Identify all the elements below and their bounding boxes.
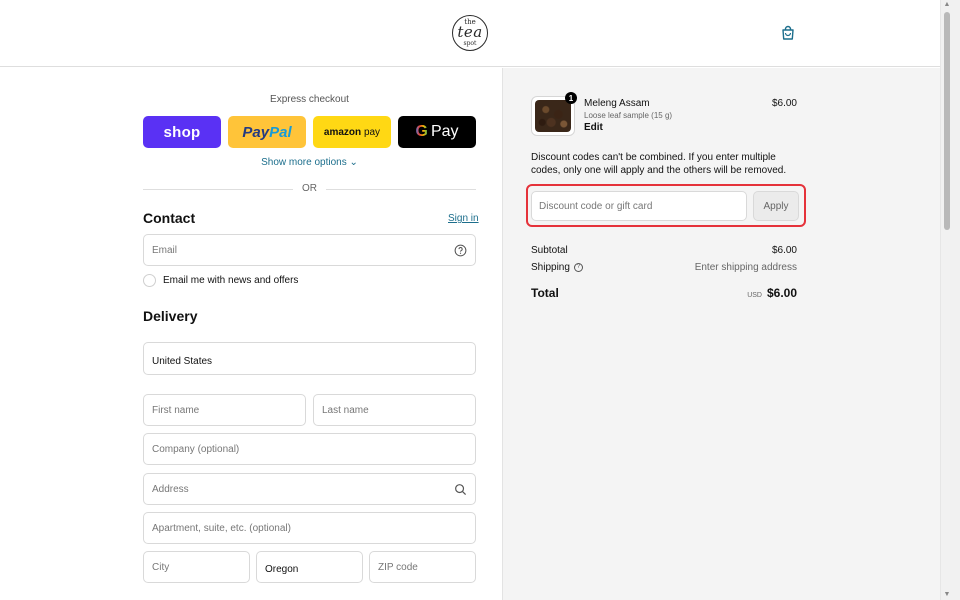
city-placeholder: City bbox=[152, 561, 170, 573]
city-field[interactable]: City bbox=[143, 551, 250, 583]
email-field[interactable]: Email bbox=[143, 234, 476, 266]
delivery-heading: Delivery bbox=[143, 308, 198, 324]
tea-leaves-image bbox=[535, 100, 571, 132]
newsletter-label: Email me with news and offers bbox=[163, 274, 299, 286]
shop-pay-button[interactable]: shop bbox=[143, 116, 221, 148]
last-name-field[interactable]: Last name bbox=[313, 394, 476, 426]
search-icon bbox=[455, 484, 467, 496]
first-name-field[interactable]: First name bbox=[143, 394, 306, 426]
checkout-form-column: Express checkout shop Pay Pal amazon pay … bbox=[0, 68, 502, 600]
address-field[interactable]: Address bbox=[143, 473, 476, 505]
last-name-placeholder: Last name bbox=[322, 404, 369, 416]
sign-in-link[interactable]: Sign in bbox=[448, 213, 479, 224]
first-name-placeholder: First name bbox=[152, 404, 200, 416]
shipping-row-label: Shipping ? bbox=[531, 262, 583, 273]
address-placeholder: Address bbox=[152, 483, 189, 495]
shop-pay-label: shop bbox=[163, 123, 201, 141]
paypal-label-pal: Pal bbox=[269, 123, 292, 141]
divider-line-right bbox=[326, 189, 476, 190]
zip-field[interactable]: ZIP code bbox=[369, 551, 476, 583]
total-value: $6.00 bbox=[766, 286, 797, 300]
paypal-button[interactable]: Pay Pal bbox=[228, 116, 306, 148]
company-field[interactable]: Company (optional) bbox=[143, 433, 476, 465]
apply-discount-button[interactable]: Apply bbox=[753, 191, 799, 221]
scroll-up-arrow-icon[interactable]: ▲ bbox=[943, 1, 951, 9]
shipping-help-icon[interactable]: ? bbox=[573, 263, 583, 272]
google-pay-button[interactable]: G Pay bbox=[398, 116, 476, 148]
country-select[interactable]: United States bbox=[143, 342, 476, 375]
newsletter-option[interactable]: Email me with news and offers bbox=[143, 273, 298, 287]
or-divider: OR bbox=[143, 183, 476, 195]
logo-line-3: spot bbox=[463, 40, 477, 47]
shopping-bag-icon[interactable] bbox=[780, 25, 796, 41]
apartment-placeholder: Apartment, suite, etc. (optional) bbox=[152, 522, 291, 534]
company-placeholder: Company (optional) bbox=[152, 443, 240, 455]
country-value: United States bbox=[152, 356, 213, 367]
zip-placeholder: ZIP code bbox=[378, 561, 418, 573]
edit-product-link[interactable]: Edit bbox=[584, 122, 603, 133]
checkout-page: the tea spot Express checkout shop Pay Pa… bbox=[0, 0, 960, 600]
product-name: Meleng Assam bbox=[584, 98, 650, 109]
express-checkout-title: Express checkout bbox=[270, 94, 349, 105]
product-variant: Loose leaf sample (15 g) bbox=[584, 111, 673, 120]
amazon-label: amazon bbox=[323, 126, 362, 138]
contact-heading: Contact bbox=[143, 210, 196, 226]
store-logo[interactable]: the tea spot bbox=[452, 15, 488, 51]
help-circle-icon[interactable] bbox=[454, 244, 467, 257]
apartment-field[interactable]: Apartment, suite, etc. (optional) bbox=[143, 512, 476, 544]
email-placeholder: Email bbox=[152, 244, 178, 256]
site-header: the tea spot bbox=[0, 0, 940, 67]
state-select[interactable]: Oregon bbox=[256, 551, 363, 583]
google-pay-label: Pay bbox=[430, 123, 459, 140]
google-g-icon: G bbox=[415, 123, 428, 140]
currency-code: USD bbox=[747, 292, 762, 299]
quantity-badge: 1 bbox=[565, 92, 577, 104]
subtotal-value: $6.00 bbox=[771, 245, 797, 256]
discount-placeholder: Discount code or gift card bbox=[539, 200, 653, 212]
newsletter-checkbox[interactable] bbox=[143, 273, 156, 287]
scroll-down-arrow-icon[interactable]: ▼ bbox=[943, 591, 951, 599]
state-value: Oregon bbox=[265, 564, 299, 575]
amazon-pay-button[interactable]: amazon pay bbox=[313, 116, 391, 148]
subtotal-label: Subtotal bbox=[531, 245, 568, 256]
discount-code-input[interactable]: Discount code or gift card bbox=[531, 191, 747, 221]
amazon-pay-label: pay bbox=[363, 126, 381, 138]
discount-note: Discount codes can't be combined. If you… bbox=[531, 152, 787, 176]
shipping-label: Shipping bbox=[531, 262, 570, 273]
show-more-options-link[interactable]: Show more options ⌄ bbox=[143, 157, 476, 168]
page-scrollbar[interactable]: ▲ ▼ bbox=[940, 0, 960, 600]
product-price: $6.00 bbox=[771, 98, 797, 109]
scrollbar-thumb[interactable] bbox=[944, 12, 950, 230]
order-summary: 1 Meleng Assam Loose leaf sample (15 g) … bbox=[502, 68, 940, 600]
total-amount: USD $6.00 bbox=[747, 286, 797, 300]
total-label: Total bbox=[531, 286, 559, 300]
shipping-value: Enter shipping address bbox=[694, 262, 797, 273]
paypal-label-pay: Pay bbox=[242, 123, 270, 141]
logo-line-2: tea bbox=[457, 23, 483, 41]
